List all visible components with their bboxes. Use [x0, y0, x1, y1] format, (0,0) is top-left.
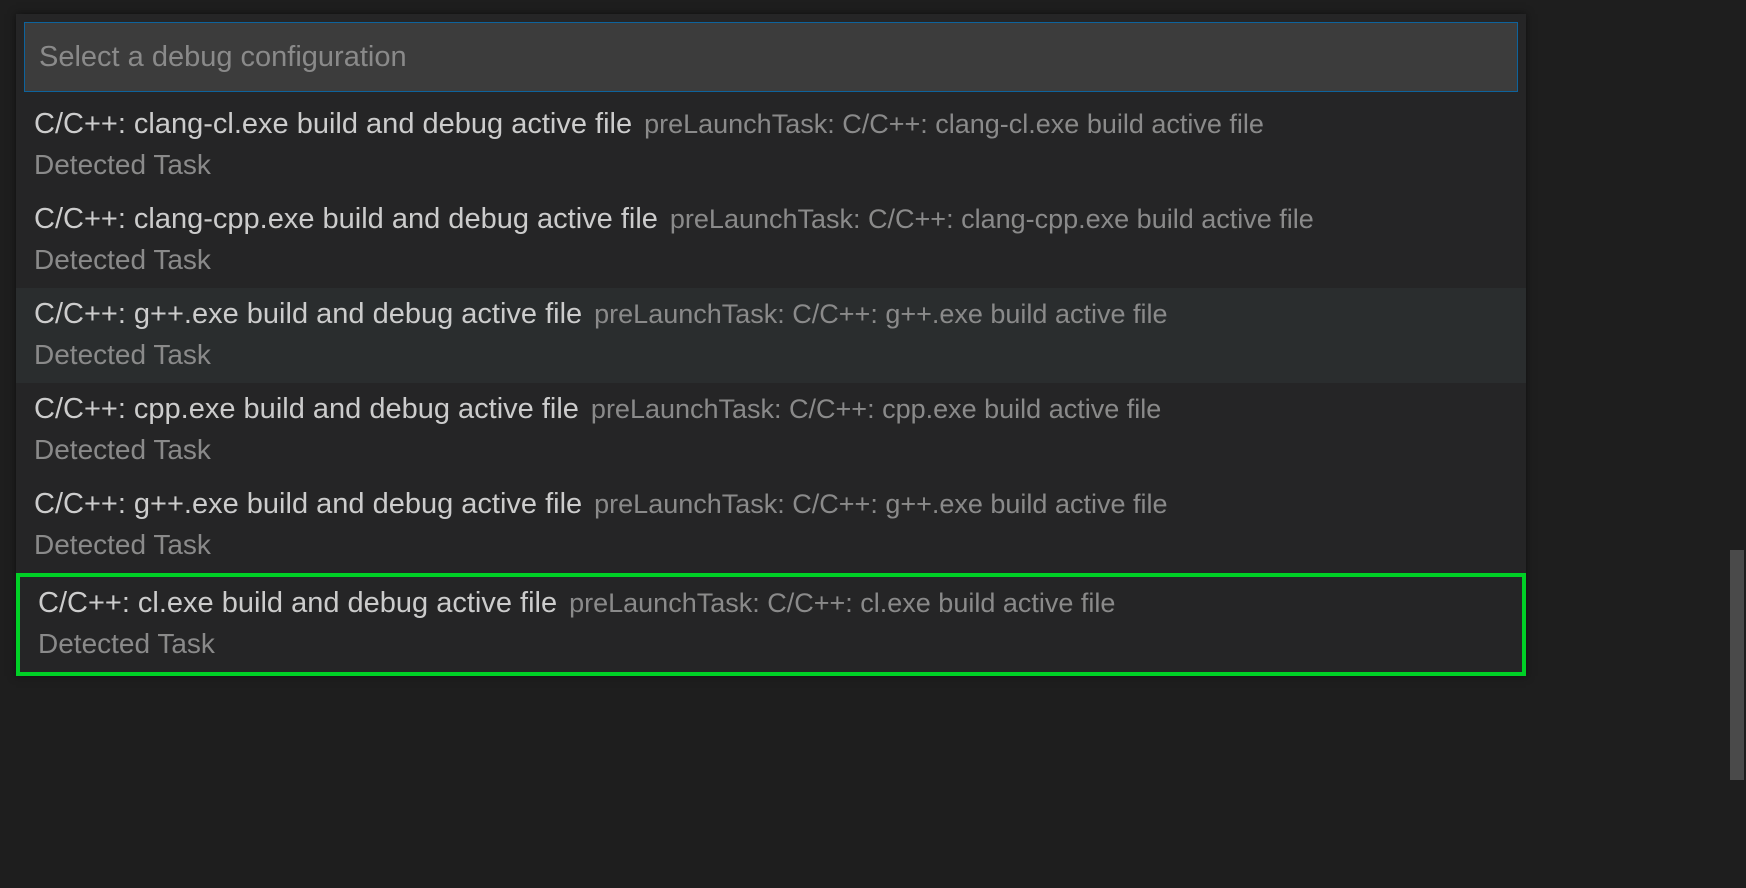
option-label: C/C++: g++.exe build and debug active fi…: [34, 298, 582, 331]
option-label: C/C++: g++.exe build and debug active fi…: [34, 488, 582, 521]
option-row: C/C++: g++.exe build and debug active fi…: [34, 298, 1508, 331]
option-row: C/C++: clang-cl.exe build and debug acti…: [34, 108, 1508, 141]
config-option[interactable]: C/C++: clang-cl.exe build and debug acti…: [16, 98, 1526, 193]
option-detail: Detected Task: [34, 529, 1508, 561]
config-option[interactable]: C/C++: g++.exe build and debug active fi…: [16, 478, 1526, 573]
option-description: preLaunchTask: C/C++: clang-cpp.exe buil…: [670, 204, 1314, 235]
config-option[interactable]: C/C++: cl.exe build and debug active fil…: [16, 573, 1526, 676]
option-row: C/C++: cpp.exe build and debug active fi…: [34, 393, 1508, 426]
config-option[interactable]: C/C++: g++.exe build and debug active fi…: [16, 288, 1526, 383]
scrollbar-thumb[interactable]: [1730, 550, 1744, 780]
option-label: C/C++: cl.exe build and debug active fil…: [38, 587, 557, 620]
option-row: C/C++: cl.exe build and debug active fil…: [38, 587, 1504, 620]
options-list: C/C++: clang-cl.exe build and debug acti…: [16, 98, 1526, 676]
option-description: preLaunchTask: C/C++: clang-cl.exe build…: [644, 109, 1264, 140]
config-search-input[interactable]: [24, 22, 1518, 92]
option-label: C/C++: clang-cpp.exe build and debug act…: [34, 203, 658, 236]
config-option[interactable]: C/C++: clang-cpp.exe build and debug act…: [16, 193, 1526, 288]
option-description: preLaunchTask: C/C++: g++.exe build acti…: [594, 299, 1167, 330]
option-description: preLaunchTask: C/C++: g++.exe build acti…: [594, 489, 1167, 520]
option-row: C/C++: clang-cpp.exe build and debug act…: [34, 203, 1508, 236]
input-container: [16, 14, 1526, 98]
option-detail: Detected Task: [34, 434, 1508, 466]
config-option[interactable]: C/C++: cpp.exe build and debug active fi…: [16, 383, 1526, 478]
option-label: C/C++: clang-cl.exe build and debug acti…: [34, 108, 632, 141]
option-detail: Detected Task: [38, 628, 1504, 660]
option-description: preLaunchTask: C/C++: cl.exe build activ…: [569, 588, 1115, 619]
option-description: preLaunchTask: C/C++: cpp.exe build acti…: [591, 394, 1161, 425]
option-detail: Detected Task: [34, 149, 1508, 181]
option-detail: Detected Task: [34, 339, 1508, 371]
option-detail: Detected Task: [34, 244, 1508, 276]
option-row: C/C++: g++.exe build and debug active fi…: [34, 488, 1508, 521]
debug-config-picker: C/C++: clang-cl.exe build and debug acti…: [16, 14, 1526, 676]
option-label: C/C++: cpp.exe build and debug active fi…: [34, 393, 579, 426]
